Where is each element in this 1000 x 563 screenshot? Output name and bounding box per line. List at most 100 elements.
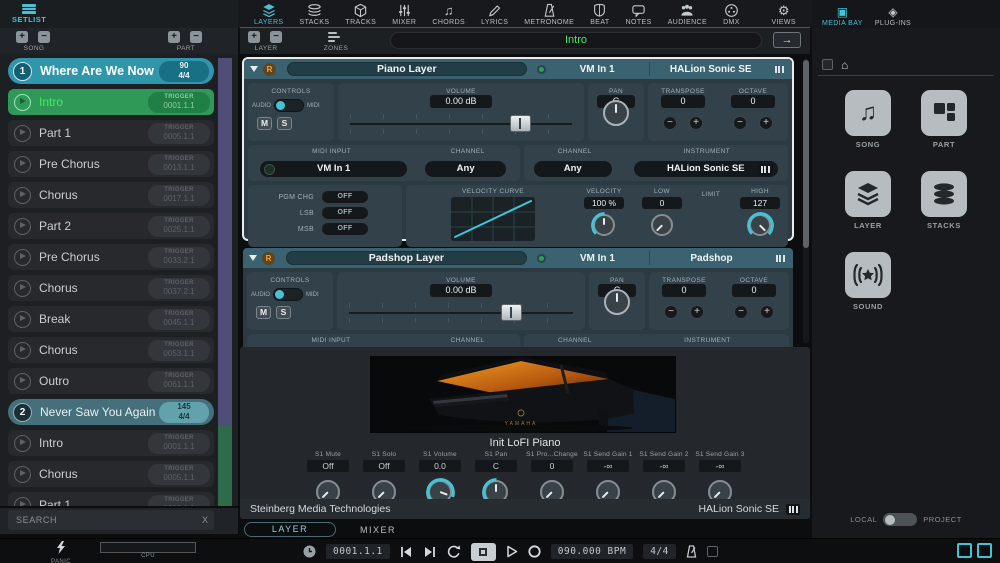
audio-midi-toggle[interactable] bbox=[274, 99, 305, 112]
setlist-part-row[interactable]: Pre Chorus TRIGGER 0033.2.1 bbox=[8, 244, 214, 270]
keyboard-icon[interactable] bbox=[786, 503, 800, 515]
tab-plug-ins[interactable]: ◈ PLUG-INS bbox=[875, 6, 911, 28]
play-icon[interactable] bbox=[14, 248, 31, 266]
setlist-part-row[interactable]: Intro TRIGGER 0001.1.1 bbox=[8, 89, 214, 115]
tab-views[interactable]: ⚙ VIEWS bbox=[763, 0, 804, 26]
msb-value[interactable]: OFF bbox=[322, 223, 368, 235]
tab-setlist[interactable]: SETLIST bbox=[12, 3, 46, 24]
layer-name-field[interactable]: Piano Layer bbox=[287, 62, 527, 76]
setlist-part-row[interactable]: Pre Chorus TRIGGER 0013.1.1 bbox=[8, 151, 214, 177]
tab-layer[interactable]: LAYER bbox=[244, 522, 336, 537]
transpose-value[interactable]: 0 bbox=[661, 95, 705, 108]
layout-toggle-right-icon[interactable] bbox=[977, 543, 992, 558]
transpose-minus-button[interactable]: − bbox=[664, 305, 678, 319]
layer-instrument-label[interactable]: Padshop bbox=[655, 253, 768, 264]
setlist-part-row[interactable]: Chorus TRIGGER 0037.2.1 bbox=[8, 275, 214, 301]
instrument-select[interactable]: HALion Sonic SE bbox=[633, 161, 778, 177]
knob-value[interactable]: 0.0 bbox=[419, 460, 461, 472]
mute-button[interactable]: M bbox=[257, 117, 272, 130]
low-knob[interactable] bbox=[651, 214, 673, 236]
setlist-part-row[interactable]: Chorus TRIGGER 0053.1.1 bbox=[8, 337, 214, 363]
tab-metronome[interactable]: METRONOME bbox=[516, 0, 582, 26]
tile-sound[interactable]: SOUND bbox=[845, 252, 891, 311]
play-icon[interactable] bbox=[14, 434, 31, 452]
volume-slider-handle[interactable] bbox=[509, 115, 531, 132]
layer-input-label[interactable]: VM In 1 bbox=[551, 253, 644, 264]
play-icon[interactable] bbox=[14, 217, 31, 235]
octave-minus-button[interactable]: − bbox=[734, 305, 748, 319]
octave-plus-button[interactable]: + bbox=[759, 116, 773, 130]
setlist-song-row[interactable]: 2 Never Saw You Again 145 4/4 bbox=[8, 399, 214, 425]
lsb-value[interactable]: OFF bbox=[322, 207, 368, 219]
layer-panel-piano[interactable]: R Piano Layer VM In 1 HALion Sonic SE CO… bbox=[242, 57, 794, 247]
filter-checkbox[interactable] bbox=[822, 59, 833, 70]
cycle-button[interactable] bbox=[446, 545, 461, 558]
setlist-part-row[interactable]: Part 2 TRIGGER 0025.1.1 bbox=[8, 213, 214, 239]
play-icon[interactable] bbox=[14, 93, 31, 111]
low-value[interactable]: 0 bbox=[642, 197, 682, 209]
next-part-button[interactable]: → bbox=[773, 32, 801, 48]
go-to-end-button[interactable] bbox=[423, 546, 436, 558]
play-icon[interactable] bbox=[14, 186, 31, 204]
play-button[interactable] bbox=[506, 545, 518, 558]
remove-layer-button[interactable]: − bbox=[270, 31, 282, 43]
stop-button[interactable] bbox=[470, 542, 496, 561]
tile-stacks[interactable]: STACKS bbox=[921, 171, 967, 230]
play-icon[interactable] bbox=[14, 155, 31, 173]
transpose-plus-button[interactable]: + bbox=[689, 116, 703, 130]
transpose-value[interactable]: 0 bbox=[662, 284, 706, 297]
setlist-part-row[interactable]: Intro TRIGGER 0001.1.1 bbox=[8, 430, 214, 456]
play-icon[interactable] bbox=[14, 310, 31, 328]
clear-search-button[interactable]: X bbox=[202, 515, 208, 525]
layer-name-field[interactable]: Padshop Layer bbox=[286, 251, 527, 265]
octave-plus-button[interactable]: + bbox=[760, 305, 774, 319]
remove-part-button[interactable]: − bbox=[190, 31, 202, 43]
vertical-scrollbar[interactable] bbox=[803, 58, 809, 343]
search-input[interactable] bbox=[8, 510, 214, 530]
collapse-icon[interactable] bbox=[249, 255, 257, 261]
volume-slider-handle[interactable] bbox=[501, 304, 523, 321]
audio-midi-toggle[interactable] bbox=[273, 288, 304, 301]
tile-song[interactable]: ♫ SONG bbox=[845, 90, 891, 149]
solo-button[interactable]: S bbox=[276, 306, 291, 319]
panic-button[interactable]: PANIC bbox=[48, 541, 74, 563]
layer-instrument-label[interactable]: HALion Sonic SE bbox=[655, 64, 767, 75]
play-icon[interactable] bbox=[14, 465, 31, 483]
play-icon[interactable] bbox=[14, 124, 31, 142]
volume-slider[interactable] bbox=[350, 113, 572, 135]
knob-value[interactable]: Off bbox=[307, 460, 349, 472]
metronome-checkbox[interactable] bbox=[706, 546, 718, 557]
setlist-part-row[interactable]: Break TRIGGER 0045.1.1 bbox=[8, 306, 214, 332]
add-song-button[interactable]: + bbox=[16, 31, 28, 43]
setlist-part-row[interactable]: Chorus TRIGGER 0005.1.1 bbox=[8, 461, 214, 487]
tempo-display[interactable]: 090.000 BPM bbox=[550, 544, 634, 559]
song-color-strip[interactable] bbox=[218, 58, 232, 506]
record-button[interactable] bbox=[528, 545, 541, 558]
play-icon[interactable] bbox=[14, 496, 31, 506]
tab-dmx[interactable]: DMX bbox=[715, 0, 748, 26]
tab-stacks[interactable]: STACKS bbox=[292, 0, 338, 26]
collapse-icon[interactable] bbox=[250, 66, 258, 72]
pgm-chg-value[interactable]: OFF bbox=[322, 191, 368, 203]
metronome-icon[interactable] bbox=[686, 545, 697, 558]
tab-layers[interactable]: LAYERS bbox=[246, 0, 292, 26]
setlist-part-row[interactable]: Chorus TRIGGER 0017.1.1 bbox=[8, 182, 214, 208]
tab-mixer[interactable]: MIXER bbox=[384, 0, 424, 26]
local-project-toggle[interactable] bbox=[883, 513, 918, 526]
knob-value[interactable]: -∞ bbox=[699, 460, 741, 472]
velocity-value[interactable]: 100 % bbox=[584, 197, 624, 209]
remove-song-button[interactable]: − bbox=[38, 31, 50, 43]
zones-icon[interactable] bbox=[328, 32, 340, 42]
tab-audience[interactable]: AUDIENCE bbox=[660, 0, 715, 26]
instrument-channel-select[interactable]: Any bbox=[533, 161, 612, 177]
add-layer-button[interactable]: + bbox=[248, 31, 260, 43]
volume-value[interactable]: 0.00 dB bbox=[430, 284, 492, 297]
tab-lyrics[interactable]: LYRICS bbox=[473, 0, 516, 26]
record-arm-button[interactable]: R bbox=[262, 251, 275, 265]
time-signature-display[interactable]: 4/4 bbox=[643, 544, 676, 559]
setlist-part-row[interactable]: Part 1 TRIGGER0013.1.1 bbox=[8, 492, 214, 506]
record-arm-button[interactable]: R bbox=[263, 62, 276, 76]
play-icon[interactable] bbox=[14, 372, 31, 390]
transpose-plus-button[interactable]: + bbox=[690, 305, 704, 319]
home-icon[interactable]: ⌂ bbox=[841, 59, 848, 71]
